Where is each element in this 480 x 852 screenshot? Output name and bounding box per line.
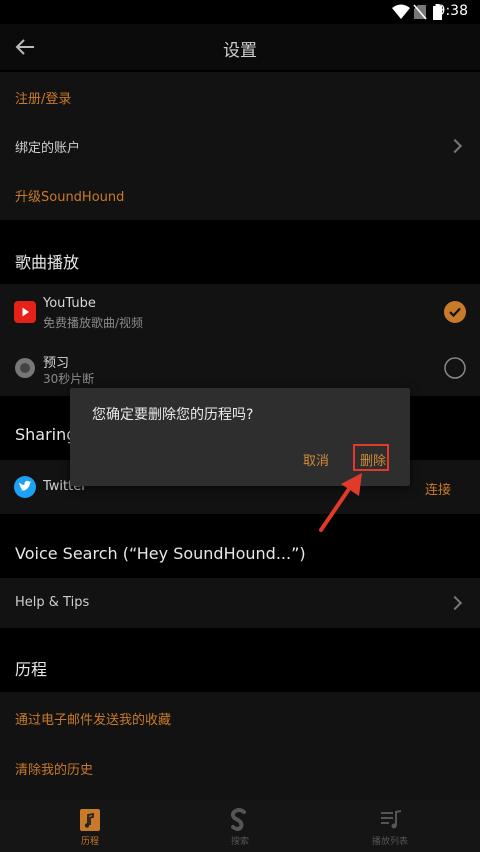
wifi-icon <box>392 4 410 19</box>
dialog-message: 您确定要删除您的历程吗? <box>92 407 254 423</box>
no-sim-icon <box>413 4 427 20</box>
delete-highlight-box <box>353 444 389 471</box>
annotation-arrow-icon <box>319 473 362 532</box>
cancel-button[interactable]: 取消 <box>303 450 329 469</box>
status-bar: 9:38 <box>0 0 480 24</box>
status-time: 9:38 <box>436 3 468 19</box>
